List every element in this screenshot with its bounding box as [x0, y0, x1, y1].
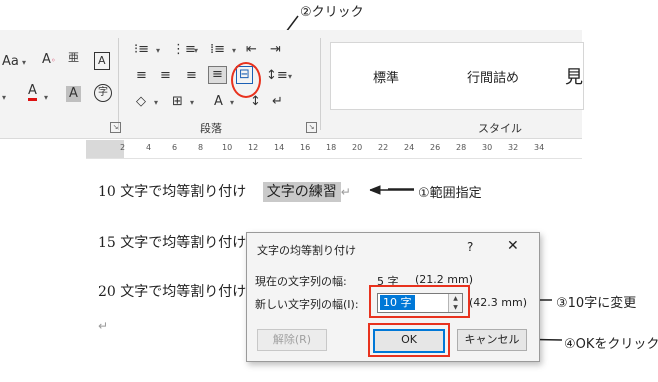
character-shading-icon[interactable]: A: [66, 86, 81, 102]
chevron-down-icon[interactable]: ▾: [2, 93, 6, 102]
paragraph-mark: ↵: [98, 319, 109, 333]
ruler-tick: 20: [352, 143, 363, 152]
dialog-title: 文字の均等割り付け: [257, 244, 356, 257]
decrease-indent-icon[interactable]: ⇤: [246, 42, 257, 58]
multilevel-list-icon[interactable]: ⁞≡: [210, 42, 225, 58]
ruler-tick: 12: [248, 143, 259, 152]
ruler-tick: 24: [404, 143, 415, 152]
ruler-tick: 8: [198, 143, 204, 152]
chevron-down-icon[interactable]: ▾: [22, 58, 26, 67]
ruler-tick: 26: [430, 143, 441, 152]
chevron-down-icon[interactable]: ▾: [190, 98, 194, 107]
bullets-icon[interactable]: ⁝≡: [134, 42, 149, 58]
chevron-down-icon[interactable]: ▾: [230, 98, 234, 107]
annotation-step4: ④OKをクリック: [564, 337, 658, 352]
ruler-tick: 28: [456, 143, 467, 152]
ruler-tick: 16: [300, 143, 311, 152]
align-right-icon[interactable]: ≡: [186, 68, 197, 84]
show-marks-icon[interactable]: ↵: [272, 94, 283, 110]
font-size-label[interactable]: Aa: [2, 54, 19, 70]
style-heading[interactable]: 見: [565, 63, 583, 89]
phonetic-guide-icon[interactable]: 亜: [68, 50, 79, 66]
current-width-label: 現在の文字列の幅:: [255, 275, 347, 288]
annotation-step1: ①範囲指定: [418, 186, 482, 201]
ruler-tick: 22: [378, 143, 389, 152]
borders-icon[interactable]: ⊞: [172, 94, 183, 110]
paragraph-group-label: 段落: [200, 122, 222, 135]
cancel-button[interactable]: キャンセル: [457, 329, 527, 351]
font-color-icon[interactable]: A: [28, 84, 37, 101]
line2-text: 15 文字で均等割り付け: [98, 235, 247, 251]
style-no-spacing[interactable]: 行間詰め: [467, 67, 519, 86]
group-separator: [118, 38, 119, 130]
new-width-mm: (42.3 mm): [469, 296, 528, 309]
styles-gallery[interactable]: 標準 行間詰め 見: [330, 42, 584, 110]
shading-icon[interactable]: ◇: [136, 94, 146, 110]
ruler-tick: 32: [508, 143, 519, 152]
document-line-2[interactable]: 15 文字で均等割り付け: [98, 232, 246, 252]
styles-group-label: スタイル: [478, 122, 522, 135]
line3-text: 20 文字で均等割り付け: [98, 284, 247, 300]
highlight-new-width-input: [369, 285, 470, 318]
annotation-step3: ③10字に変更: [556, 296, 637, 311]
group-separator: [320, 38, 321, 130]
dialog-launcher-icon[interactable]: ↘: [110, 122, 121, 133]
document-line-3[interactable]: 20 文字で均等割り付け: [98, 281, 246, 301]
chevron-down-icon[interactable]: ▾: [156, 46, 160, 55]
ruler-tick: 34: [534, 143, 545, 152]
increase-indent-icon[interactable]: ⇥: [270, 42, 281, 58]
line-spacing-icon[interactable]: ↕≡: [266, 68, 288, 84]
chevron-down-icon[interactable]: ▾: [194, 46, 198, 55]
selected-text[interactable]: 文字の練習: [262, 182, 341, 202]
empty-paragraph[interactable]: ↵: [98, 318, 108, 334]
ruler-tick: 30: [482, 143, 493, 152]
dialog-launcher-icon[interactable]: ↘: [306, 122, 317, 133]
line1-text: 10 文字で均等割り付け: [98, 184, 247, 200]
chevron-down-icon[interactable]: ▾: [232, 46, 236, 55]
enclosed-character-icon[interactable]: A: [94, 52, 110, 70]
ruler-tick: 4: [146, 143, 152, 152]
remove-button[interactable]: 解除(R): [257, 329, 327, 351]
horizontal-ruler[interactable]: 2 4 6 8 10 12 14 16 18 20 22 24 26 28 30…: [86, 140, 582, 159]
justify-icon[interactable]: ≡: [208, 66, 227, 84]
ruler-tick: 6: [172, 143, 178, 152]
ruler-tick: 18: [326, 143, 337, 152]
asian-layout-icon[interactable]: A: [214, 94, 223, 110]
close-icon[interactable]: ✕: [507, 238, 519, 254]
paragraph-mark: ↵: [340, 185, 351, 199]
document-line-1[interactable]: 10 文字で均等割り付け 文字の練習 ↵: [98, 181, 351, 202]
enclose-characters-icon[interactable]: 字: [94, 84, 112, 102]
highlight-distribute-button: [231, 62, 261, 98]
ruler-tick: 14: [274, 143, 285, 152]
chevron-down-icon[interactable]: ▾: [288, 72, 292, 81]
ruler-tick: 10: [222, 143, 233, 152]
ruler-margin: [86, 140, 124, 158]
ruler-tick: 2: [120, 143, 126, 152]
new-width-label: 新しい文字列の幅(I):: [255, 298, 359, 311]
chevron-down-icon[interactable]: ▾: [44, 93, 48, 102]
highlight-ok-button: [368, 323, 450, 357]
align-center-icon[interactable]: ≡: [160, 68, 171, 84]
align-left-icon[interactable]: ≡: [136, 68, 147, 84]
numbering-icon[interactable]: ⋮≡: [172, 42, 196, 58]
clear-formatting-icon[interactable]: A◦: [42, 52, 56, 69]
chevron-down-icon[interactable]: ▾: [154, 98, 158, 107]
style-normal[interactable]: 標準: [373, 67, 399, 86]
help-button[interactable]: ?: [467, 240, 473, 254]
